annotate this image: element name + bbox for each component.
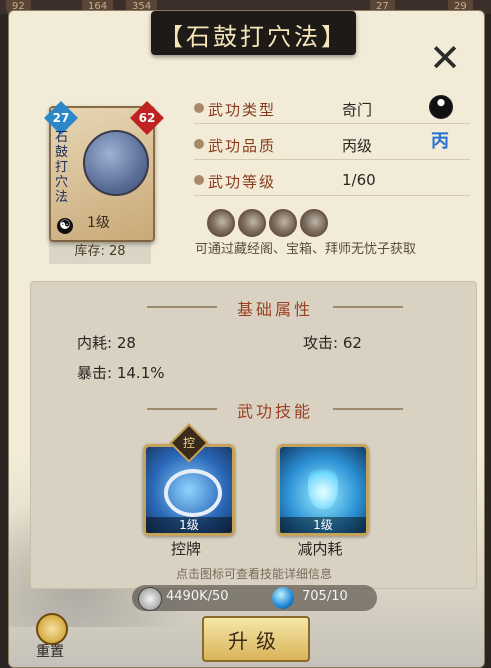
skill-name: 控牌 bbox=[170, 540, 201, 558]
info-value: 1/60 bbox=[342, 171, 376, 189]
skill-detail-panel: 【石鼓打穴法】 ✕ 27 62 石鼓打穴法 ☯ 1级 库存: 28 武功类型 奇… bbox=[8, 10, 485, 668]
leaf-slot-icon[interactable] bbox=[300, 209, 328, 237]
taiji-icon bbox=[429, 95, 453, 119]
card-vertical-name: 石鼓打穴法 bbox=[55, 130, 69, 205]
attribute-box: 基础属性 内耗: 28 攻击: 62 暴击: 14.1% 武功技能 1级 1级 … bbox=[30, 281, 477, 589]
info-row-level: 武功等级 1/60 bbox=[194, 169, 470, 196]
stat-crit: 暴击: 14.1% bbox=[77, 362, 165, 383]
grade-bing-icon: 丙 bbox=[431, 131, 449, 152]
info-label: 武功品质 bbox=[208, 137, 277, 155]
info-label: 武功类型 bbox=[208, 101, 277, 119]
info-row-quality: 武功品质 丙级 丙 bbox=[194, 131, 470, 160]
stat-label: 暴击: bbox=[77, 364, 113, 382]
info-row-type: 武功类型 奇门 bbox=[194, 95, 470, 124]
chain-icon bbox=[164, 469, 222, 517]
leaf-slot-icon[interactable] bbox=[207, 209, 235, 237]
gem-amount: 705/10 bbox=[302, 589, 348, 604]
reset-label: 重置 bbox=[36, 644, 64, 660]
stat-label: 内耗: bbox=[77, 334, 113, 352]
silver-amount: 4490K/50 bbox=[166, 589, 229, 604]
section-header: 武功技能 bbox=[147, 398, 403, 421]
skill-icon-reduce-neihao[interactable]: 1级 bbox=[277, 444, 369, 536]
silver-coin-icon bbox=[138, 587, 162, 611]
level-gem-right-value: 62 bbox=[138, 111, 156, 125]
obtain-source-text: 可通过藏经阁、宝箱、拜师无忧子获取 bbox=[195, 242, 417, 257]
blue-flame-icon bbox=[308, 461, 338, 509]
blue-gem-icon bbox=[272, 587, 294, 609]
bullet-icon bbox=[194, 175, 204, 185]
skill-name: 减内耗 bbox=[297, 540, 343, 558]
upgrade-label: 升级 bbox=[228, 629, 284, 653]
skills-header: 武功技能 bbox=[236, 402, 313, 421]
title-bar: 【石鼓打穴法】 bbox=[151, 11, 356, 55]
section-header: 基础属性 bbox=[147, 296, 403, 319]
info-value: 丙级 bbox=[342, 137, 373, 155]
skill-level: 1级 bbox=[146, 517, 232, 533]
taiji-icon: ☯ bbox=[57, 218, 73, 234]
leaf-slot-icon[interactable] bbox=[269, 209, 297, 237]
bullet-icon bbox=[194, 103, 204, 113]
stat-label: 攻击: bbox=[303, 334, 339, 352]
stock-count: 库存: 28 bbox=[49, 240, 151, 264]
close-button[interactable]: ✕ bbox=[426, 39, 464, 77]
skill-hint: 点击图标可查看技能详细信息 bbox=[175, 567, 332, 581]
stats-header: 基础属性 bbox=[236, 300, 313, 319]
info-label: 武功等级 bbox=[208, 173, 277, 191]
stat-value: 28 bbox=[116, 334, 136, 352]
level-gem-left-value: 27 bbox=[52, 111, 70, 125]
card-level: 1级 bbox=[87, 215, 110, 231]
reset-button[interactable]: 重置 bbox=[29, 611, 71, 665]
panel-title: 【石鼓打穴法】 bbox=[159, 23, 348, 51]
badge-text: 控 bbox=[182, 436, 195, 450]
resource-bar: 4490K/50 705/10 bbox=[132, 585, 377, 611]
bullet-icon bbox=[194, 139, 204, 149]
info-value: 奇门 bbox=[342, 101, 373, 119]
stat-attack: 攻击: 62 bbox=[303, 332, 362, 353]
skill-card[interactable]: 27 62 石鼓打穴法 ☯ 1级 bbox=[44, 101, 164, 242]
leaf-slot-icon[interactable] bbox=[238, 209, 266, 237]
level-gem-red: 62 bbox=[130, 101, 164, 135]
stat-neihao: 内耗: 28 bbox=[77, 332, 136, 353]
stat-value: 14.1% bbox=[116, 364, 165, 382]
skill-level: 1级 bbox=[280, 517, 366, 533]
stone-drum-icon bbox=[83, 130, 149, 196]
upgrade-button[interactable]: 升级 bbox=[202, 616, 310, 662]
stat-value: 62 bbox=[342, 334, 362, 352]
